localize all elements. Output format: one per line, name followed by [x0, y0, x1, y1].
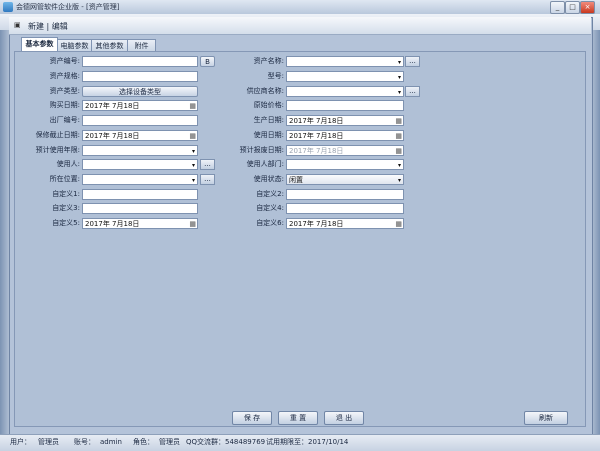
custom2-input[interactable]	[286, 189, 404, 200]
label-purchase-date: 购买日期:	[49, 101, 80, 109]
factory-number-input[interactable]	[82, 115, 198, 126]
custom1-input[interactable]	[82, 189, 198, 200]
asset-spec-input[interactable]	[82, 71, 198, 82]
model-select[interactable]: ▾	[286, 71, 404, 82]
custom3-input[interactable]	[82, 203, 198, 214]
purchase-date-value: 2017年 7月18日	[85, 102, 140, 110]
use-date-value: 2017年 7月18日	[289, 132, 344, 140]
user-select[interactable]: ▾	[82, 159, 198, 170]
asset-name-select[interactable]: ▾	[286, 56, 404, 67]
production-date-value: 2017年 7月18日	[289, 117, 344, 125]
use-status-select[interactable]: 闲置 ▾	[286, 174, 404, 185]
production-date-picker[interactable]: 2017年 7月18日 ▦	[286, 115, 404, 126]
user-department-select[interactable]: ▾	[286, 159, 404, 170]
label-production-date: 生产日期:	[253, 116, 284, 124]
supplier-select[interactable]: ▾	[286, 86, 404, 97]
calendar-icon: ▦	[395, 147, 402, 155]
warranty-end-value: 2017年 7月18日	[85, 132, 140, 140]
dialog-icon: ▣	[14, 21, 21, 29]
label-asset-number: 资产编号:	[49, 57, 80, 65]
label-expected-scrap-date: 预计报废日期:	[239, 146, 284, 154]
label-model: 型号:	[267, 72, 284, 80]
status-qq: QQ交流群：548489769	[186, 438, 266, 446]
custom6-value: 2017年 7月18日	[289, 220, 344, 228]
use-date-picker[interactable]: 2017年 7月18日 ▦	[286, 130, 404, 141]
calendar-icon[interactable]: ▦	[189, 131, 196, 140]
label-asset-type: 资产类型:	[49, 87, 80, 95]
label-expected-life: 预计使用年限:	[35, 146, 80, 154]
chevron-down-icon: ▾	[191, 148, 195, 155]
label-location: 所在位置:	[49, 175, 80, 183]
save-button[interactable]: 保 存	[232, 411, 272, 425]
label-custom4: 自定义4:	[256, 204, 284, 212]
custom5-value: 2017年 7月18日	[85, 220, 140, 228]
label-custom1: 自定义1:	[52, 190, 80, 198]
refresh-button[interactable]: 刷新	[524, 411, 568, 425]
label-user-department: 使用人部门:	[246, 160, 284, 168]
chevron-down-icon: ▾	[397, 89, 401, 96]
calendar-icon[interactable]: ▦	[395, 116, 402, 125]
exit-button[interactable]: 退 出	[324, 411, 364, 425]
select-device-type-button[interactable]: 选择设备类型	[82, 86, 198, 97]
label-custom6: 自定义6:	[256, 219, 284, 227]
label-asset-spec: 资产规格:	[49, 72, 80, 80]
status-role-label: 角色：	[133, 438, 154, 446]
user-browse-button[interactable]: ...	[200, 159, 215, 170]
use-status-value: 闲置	[289, 176, 303, 184]
custom4-input[interactable]	[286, 203, 404, 214]
close-button[interactable]: ×	[580, 1, 595, 14]
dialog-titlebar	[9, 17, 591, 35]
chevron-down-icon: ▾	[191, 177, 195, 184]
purchase-date-picker[interactable]: 2017年 7月18日 ▦	[82, 100, 198, 111]
label-factory-number: 出厂编号:	[49, 116, 80, 124]
chevron-down-icon: ▾	[397, 162, 401, 169]
label-original-price: 原始价格:	[253, 101, 284, 109]
status-user-label: 用户：	[10, 438, 31, 446]
label-use-status: 使用状态:	[253, 175, 284, 183]
calendar-icon[interactable]: ▦	[189, 219, 196, 228]
asset-name-browse-button[interactable]: ...	[405, 56, 420, 67]
asset-number-input[interactable]	[82, 56, 198, 67]
custom5-date-picker[interactable]: 2017年 7月18日 ▦	[82, 218, 198, 229]
window-title: 会德网管软件企业版 - [资产管理]	[16, 3, 120, 11]
status-role: 管理员	[159, 438, 180, 446]
chevron-down-icon: ▾	[191, 162, 195, 169]
label-custom3: 自定义3:	[52, 204, 80, 212]
calendar-icon[interactable]: ▦	[395, 131, 402, 140]
custom6-date-picker[interactable]: 2017年 7月18日 ▦	[286, 218, 404, 229]
supplier-browse-button[interactable]: ...	[405, 86, 420, 97]
label-use-date: 使用日期:	[253, 131, 284, 139]
label-custom2: 自定义2:	[256, 190, 284, 198]
label-asset-name: 资产名称:	[253, 57, 284, 65]
app-icon	[3, 2, 13, 12]
calendar-icon[interactable]: ▦	[189, 101, 196, 110]
minimize-button[interactable]: _	[550, 1, 565, 14]
status-user: 管理员	[38, 438, 59, 446]
status-trial: 试用期限至：2017/10/14	[266, 438, 349, 446]
right-panel-edge	[592, 30, 600, 434]
label-supplier: 供应商名称:	[246, 87, 284, 95]
location-select[interactable]: ▾	[82, 174, 198, 185]
expected-scrap-date-value: 2017年 7月18日	[289, 147, 344, 155]
reset-button[interactable]: 重 置	[278, 411, 318, 425]
label-custom5: 自定义5:	[52, 219, 80, 227]
expected-life-select[interactable]: ▾	[82, 145, 198, 156]
barcode-button[interactable]: B	[200, 56, 215, 67]
warranty-end-picker[interactable]: 2017年 7月18日 ▦	[82, 130, 198, 141]
label-user: 使用人:	[56, 160, 80, 168]
chevron-down-icon: ▾	[397, 177, 401, 184]
chevron-down-icon: ▾	[397, 74, 401, 81]
calendar-icon[interactable]: ▦	[395, 219, 402, 228]
original-price-input[interactable]	[286, 100, 404, 111]
status-account: admin	[100, 438, 122, 446]
expected-scrap-date-picker: 2017年 7月18日 ▦	[286, 145, 404, 156]
left-panel-edge	[0, 30, 9, 434]
dialog-title: 新建 | 编辑	[28, 22, 68, 31]
status-account-label: 账号：	[74, 438, 95, 446]
maximize-button[interactable]: □	[565, 1, 580, 14]
label-warranty-end: 保修截止日期:	[35, 131, 80, 139]
tab-basic[interactable]: 基本参数	[21, 37, 58, 52]
chevron-down-icon: ▾	[397, 59, 401, 66]
location-browse-button[interactable]: ...	[200, 174, 215, 185]
